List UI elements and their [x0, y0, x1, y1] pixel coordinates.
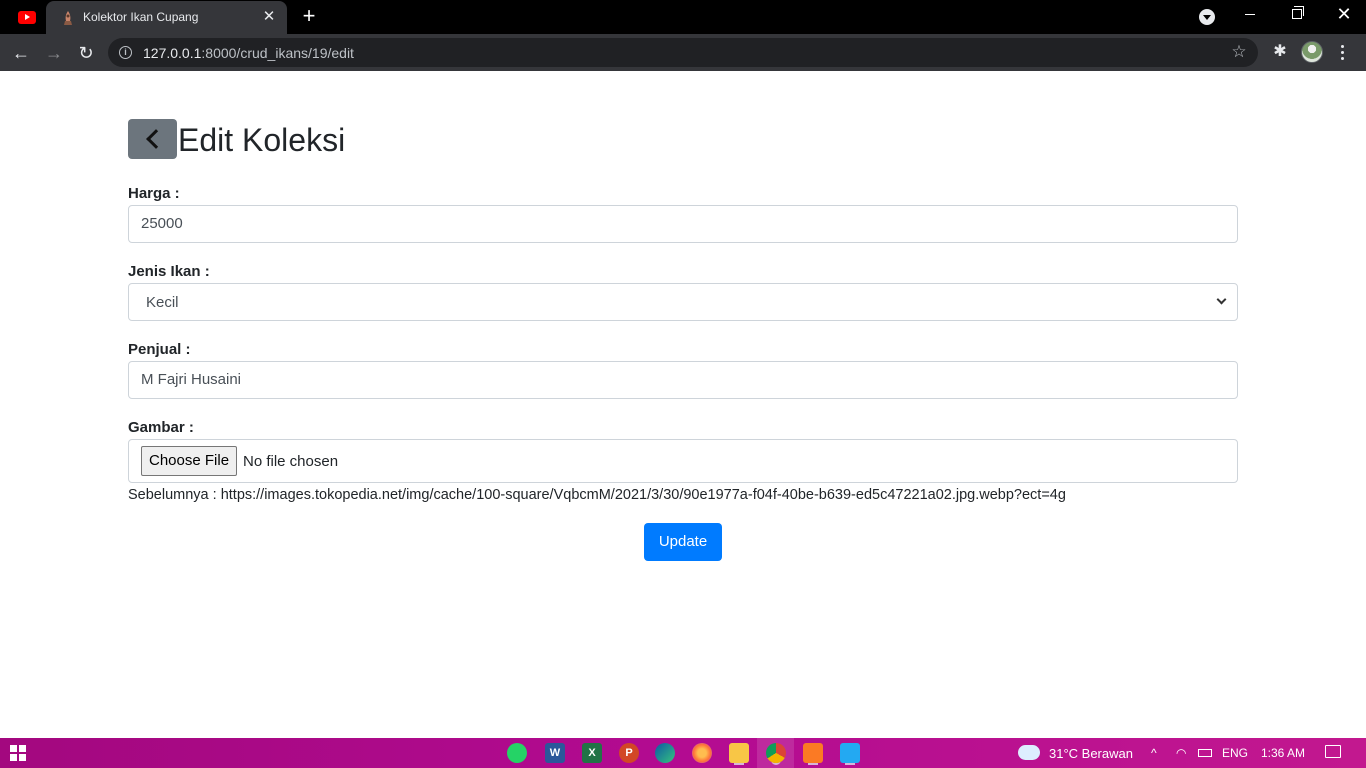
forward-arrow-icon[interactable]: →	[42, 41, 66, 65]
bookmark-star-icon[interactable]: ☆	[1230, 42, 1248, 62]
notification-center-icon[interactable]	[1325, 745, 1341, 758]
tray-chevron-up-icon[interactable]: ^	[1151, 746, 1157, 760]
powerpoint-icon[interactable]: P	[619, 743, 639, 763]
new-tab-button[interactable]: +	[298, 5, 320, 27]
windows-start-icon[interactable]	[10, 745, 26, 761]
weather-text[interactable]: 31°C Berawan	[1049, 746, 1133, 761]
address-bar[interactable]: i 127.0.0.1:8000/crud_ikans/19/edit ☆	[108, 38, 1258, 67]
browser-menu-icon[interactable]	[1337, 41, 1347, 63]
whatsapp-icon[interactable]	[507, 743, 527, 763]
clock[interactable]: 1:36 AM	[1261, 746, 1305, 760]
youtube-icon	[18, 10, 36, 24]
chevron-left-icon	[145, 129, 166, 149]
minimize-icon[interactable]	[1245, 14, 1255, 15]
site-favicon-icon	[64, 11, 72, 25]
battery-icon[interactable]	[1198, 749, 1212, 757]
back-arrow-icon[interactable]: ←	[9, 41, 33, 65]
page-content: Edit Koleksi Harga : 25000 Jenis Ikan : …	[0, 71, 1366, 738]
jenis-ikan-select[interactable]: Kecil	[128, 283, 1238, 321]
weather-cloud-icon[interactable]	[1018, 745, 1040, 760]
tab-kolektor-ikan-cupang[interactable]: Kolektor Ikan Cupang ✕	[46, 1, 287, 34]
url-text: 127.0.0.1:8000/crud_ikans/19/edit	[143, 45, 354, 61]
browser-toolbar: ← → ↻ i 127.0.0.1:8000/crud_ikans/19/edi…	[0, 34, 1366, 71]
tab-search-icon[interactable]	[1199, 9, 1215, 25]
word-icon[interactable]: W	[545, 743, 565, 763]
tab-close-icon[interactable]: ✕	[261, 9, 277, 25]
chevron-down-icon	[1216, 294, 1227, 305]
profile-avatar[interactable]	[1301, 41, 1323, 63]
choose-file-button[interactable]: Choose File	[141, 446, 238, 476]
url-path: :8000/crud_ikans/19/edit	[201, 45, 354, 61]
penjual-label: Penjual :	[128, 341, 191, 358]
page-title: Edit Koleksi	[178, 122, 346, 158]
reload-icon[interactable]: ↻	[74, 41, 98, 65]
back-button[interactable]	[128, 119, 177, 159]
excel-icon[interactable]: X	[582, 743, 602, 763]
edge-icon[interactable]	[655, 743, 675, 763]
tab-youtube[interactable]	[14, 7, 40, 27]
browser-tab-bar: Kolektor Ikan Cupang ✕ + ✕	[0, 0, 1366, 34]
extensions-puzzle-icon[interactable]: ✱	[1270, 42, 1290, 62]
url-host: 127.0.0.1	[143, 45, 202, 61]
chrome-icon[interactable]	[766, 743, 786, 763]
windows-taskbar: W X P 31°C Berawan ^ ◠ ENG 1:36 AM	[0, 738, 1366, 768]
update-button[interactable]: Update	[644, 523, 722, 561]
file-explorer-icon[interactable]	[729, 743, 749, 763]
harga-label: Harga :	[128, 185, 180, 202]
vscode-icon[interactable]	[840, 743, 860, 763]
jenis-ikan-selected-value: Kecil	[146, 294, 179, 311]
previous-image-url: Sebelumnya : https://images.tokopedia.ne…	[128, 487, 1066, 503]
jenis-ikan-label: Jenis Ikan :	[128, 263, 210, 280]
harga-input[interactable]: 25000	[128, 205, 1238, 243]
window-close-icon[interactable]: ✕	[1336, 4, 1352, 24]
xampp-icon[interactable]	[803, 743, 823, 763]
file-status-text: No file chosen	[243, 453, 339, 470]
gambar-label: Gambar :	[128, 419, 194, 436]
tab-title: Kolektor Ikan Cupang	[83, 10, 199, 24]
firefox-icon[interactable]	[692, 743, 712, 763]
gambar-file-input: Choose File No file chosen	[128, 439, 1238, 483]
language-indicator[interactable]: ENG	[1222, 746, 1248, 760]
penjual-input[interactable]: M Fajri Husaini	[128, 361, 1238, 399]
wifi-icon[interactable]: ◠	[1176, 746, 1186, 760]
site-info-icon[interactable]: i	[119, 46, 132, 59]
restore-icon[interactable]	[1292, 6, 1304, 19]
